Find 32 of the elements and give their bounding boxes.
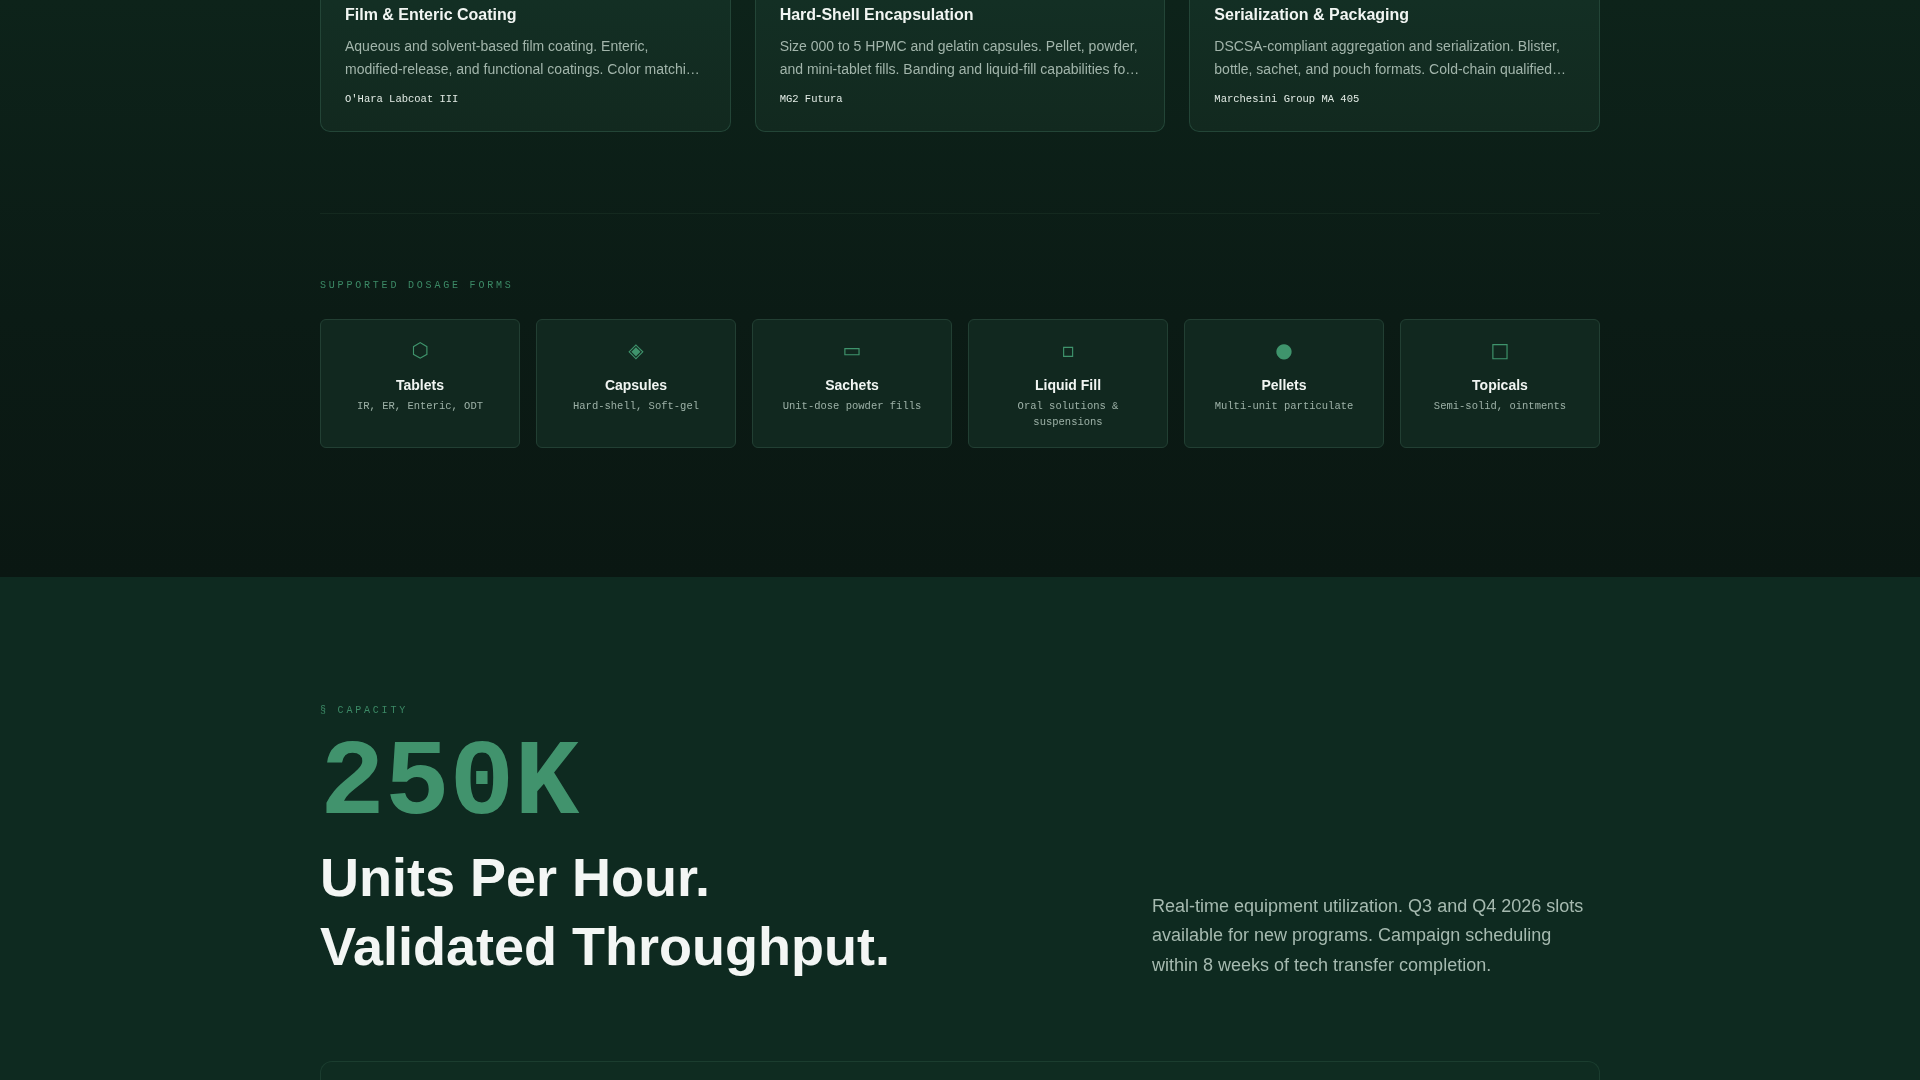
- capacity-figure: 250K: [320, 730, 581, 839]
- dosage-name: Topicals: [1472, 376, 1528, 395]
- dosage-description: Multi-unit particulate: [1214, 399, 1354, 415]
- shape-icon: ▭: [842, 338, 862, 363]
- shape-icon: ▫: [1061, 338, 1075, 363]
- dosage-name: Liquid Fill: [1034, 376, 1102, 395]
- capacity-description: Real-time equipment utilization. Q3 and Q4 2026 slots available for new programs. Campaign scheduling within 8 weeks of tech transfer completion.: [1152, 894, 1585, 977]
- shape-icon: ◈: [628, 338, 644, 363]
- equipment-label: O'Hara Labcoat III: [345, 92, 460, 108]
- card-description: Aqueous and solvent-based film coating. Enteric, modified-release, and functional coatings. Color matchi…: [345, 37, 701, 80]
- section-label: SUPPORTED DOSAGE FORMS: [320, 279, 515, 294]
- card-title: Hard-Shell Encapsulation: [779, 5, 975, 25]
- dosage-name: Sachets: [825, 376, 879, 395]
- card-title: Film & Enteric Coating: [345, 5, 518, 25]
- dosage-name: Tablets: [396, 376, 444, 395]
- equipment-label: MG2 Futura: [779, 92, 844, 108]
- dosage-name: Capsules: [604, 376, 668, 395]
- headline: Units Per Hour. Validated Throughput.: [320, 846, 891, 978]
- dosage-name: Pellets: [1261, 376, 1307, 395]
- dosage-description: Hard-shell, Soft-gel: [573, 399, 699, 415]
- card-title: Serialization & Packaging: [1214, 5, 1411, 25]
- card-description: Size 000 to 5 HPMC and gelatin capsules. Pellet, powder, and mini-tablet fills. Banding and liquid-fill capabilities fo…: [779, 37, 1141, 80]
- shape-icon: ●: [1275, 338, 1293, 363]
- dosage-description: Oral solutions & suspensions: [1016, 399, 1120, 431]
- shape-icon: □: [1490, 338, 1510, 363]
- shape-icon: ⬡: [411, 338, 429, 363]
- dosage-description: Semi-solid, ointments: [1433, 399, 1567, 415]
- dosage-description: Unit-dose powder fills: [782, 399, 922, 415]
- equipment-label: Marchesini Group MA 405: [1214, 92, 1361, 108]
- card-description: DSCSA-compliant aggregation and serialization. Blister, bottle, sachet, and pouch formats. Cold-chain qualified…: [1214, 37, 1568, 80]
- section-label: § CAPACITY: [320, 704, 409, 719]
- dosage-description: IR, ER, Enteric, ODT: [357, 399, 483, 415]
